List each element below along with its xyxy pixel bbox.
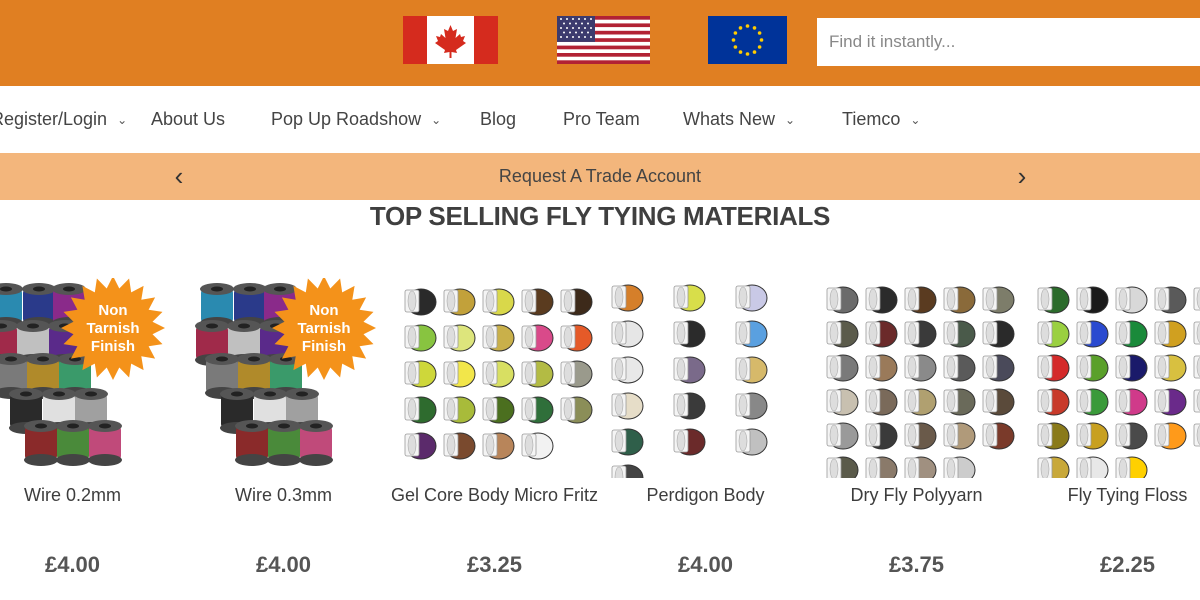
product-card[interactable]: Fly Tying Floss £2.25 [1022, 270, 1200, 600]
badge-line: Tarnish [86, 320, 140, 337]
product-price: £4.00 [677, 552, 734, 577]
nav-item-label: Pop Up Roadshow [271, 109, 422, 129]
non-tarnish-badge: Non Tarnish Finish [73, 302, 153, 356]
product-image[interactable] [1022, 278, 1200, 478]
usa-flag-icon[interactable] [557, 16, 650, 64]
nav-item-pop-up-roadshow[interactable]: Pop Up Roadshow ⌄ [271, 86, 441, 153]
badge-line: Finish [301, 338, 347, 355]
product-image[interactable] [389, 278, 600, 478]
chevron-right-icon[interactable]: › [1007, 153, 1037, 200]
nav-item-blog[interactable]: Blog [480, 86, 516, 153]
badge-line: Finish [90, 338, 136, 355]
nav-item-label: Register/Login [0, 109, 108, 129]
top-header-bar [0, 0, 1200, 86]
main-nav: Register/Login ⌄ About Us Pop Up Roadshow… [0, 86, 1200, 153]
product-image[interactable]: Non Tarnish Finish [178, 278, 389, 478]
badge-line: Non [309, 302, 339, 319]
chevron-down-icon: ⌄ [910, 113, 921, 127]
product-name[interactable]: Wire 0.3mm [178, 483, 389, 508]
nav-item-label: Tiemco [842, 109, 901, 129]
nav-item-label: Blog [480, 109, 517, 129]
promo-banner: Request A Trade Account ‹ › [0, 153, 1200, 200]
nav-item-label: About Us [151, 109, 226, 129]
product-price: £4.00 [255, 552, 312, 577]
product-name[interactable]: Fly Tying Floss [1022, 483, 1200, 508]
product-card[interactable]: Dry Fly Polyyarn £3.75 [811, 270, 1022, 600]
nav-item-about-us[interactable]: About Us [151, 86, 225, 153]
product-name[interactable]: Perdigon Body [600, 483, 811, 508]
section-title: TOP SELLING FLY TYING MATERIALS [369, 201, 831, 231]
product-price: £2.25 [1099, 552, 1156, 577]
product-price: £4.00 [44, 552, 101, 577]
nav-item-whats-new[interactable]: Whats New ⌄ [683, 86, 795, 153]
nav-item-label: Whats New [683, 109, 776, 129]
chevron-left-icon[interactable]: ‹ [164, 153, 194, 200]
badge-line: Non [98, 302, 128, 319]
chevron-down-icon: ⌄ [431, 113, 442, 127]
non-tarnish-badge: Non Tarnish Finish [284, 302, 364, 356]
nav-item-tiemco[interactable]: Tiemco ⌄ [842, 86, 920, 153]
product-name[interactable]: Dry Fly Polyyarn [811, 483, 1022, 508]
product-image[interactable] [600, 278, 811, 478]
eu-flag-icon[interactable] [708, 16, 787, 64]
chevron-down-icon: ⌄ [117, 113, 128, 127]
canada-flag-icon[interactable] [403, 16, 498, 64]
chevron-down-icon: ⌄ [785, 113, 796, 127]
product-price: £3.25 [466, 552, 523, 577]
product-card[interactable]: Non Tarnish Finish Wire 0.2mm £4.00 [0, 270, 178, 600]
nav-item-label: Pro Team [563, 109, 640, 129]
product-image[interactable]: Non Tarnish Finish [0, 278, 178, 478]
product-name[interactable]: Gel Core Body Micro Fritz [389, 483, 600, 508]
product-card[interactable]: Perdigon Body £4.00 [600, 270, 811, 600]
product-card[interactable]: Non Tarnish Finish Wire 0.3mm £4.00 [178, 270, 389, 600]
nav-item-pro-team[interactable]: Pro Team [563, 86, 640, 153]
product-name[interactable]: Wire 0.2mm [0, 483, 178, 508]
product-card[interactable]: Gel Core Body Micro Fritz £3.25 [389, 270, 600, 600]
product-image[interactable] [811, 278, 1022, 478]
product-price: £3.75 [888, 552, 945, 577]
search-input[interactable] [817, 18, 1200, 66]
nav-item-register-login[interactable]: Register/Login ⌄ [0, 86, 127, 153]
badge-line: Tarnish [297, 320, 351, 337]
